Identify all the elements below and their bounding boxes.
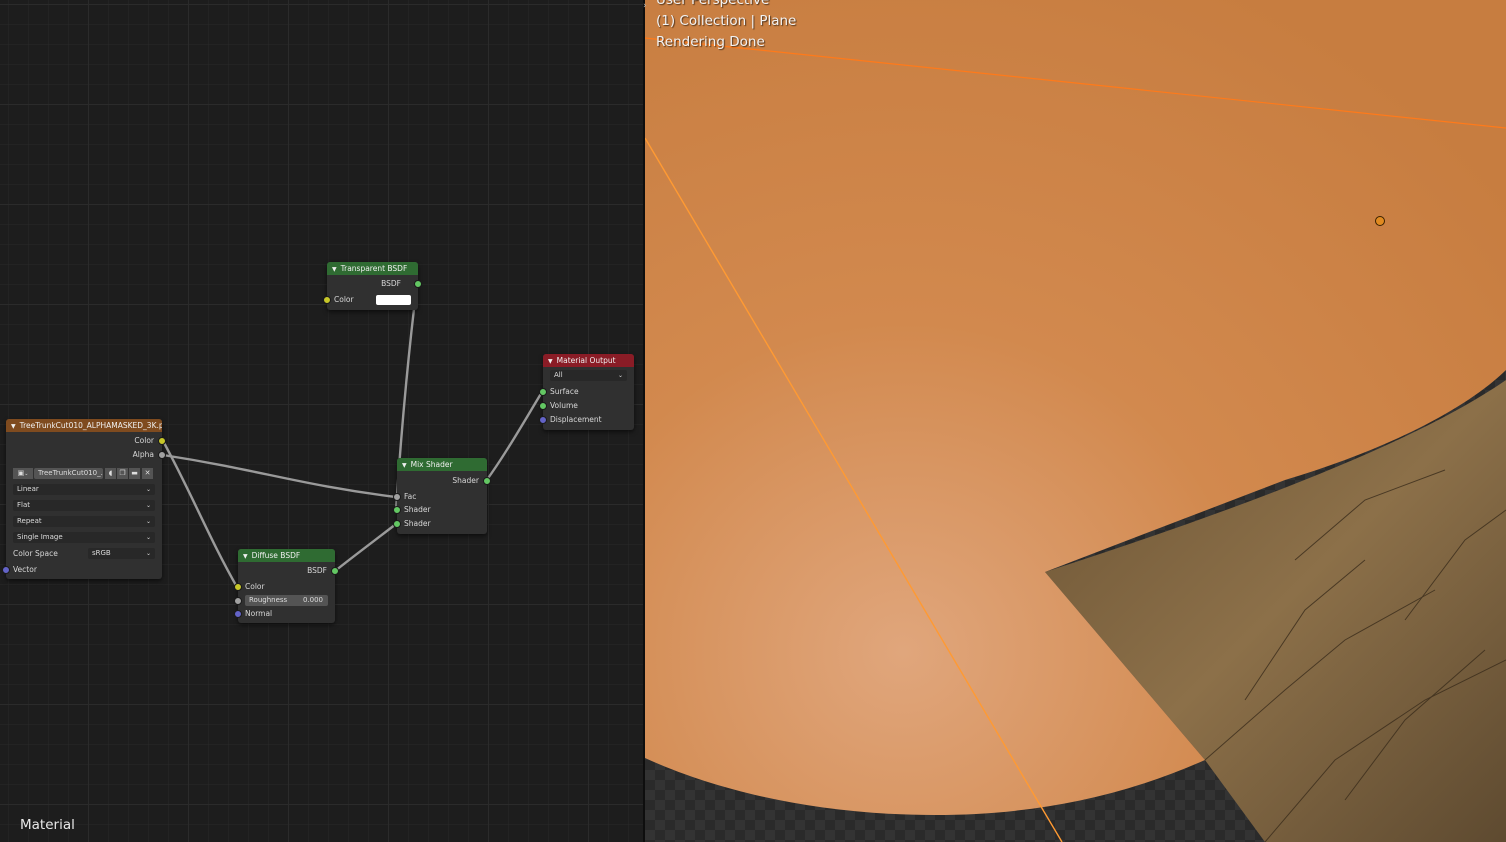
- node-title: Transparent BSDF: [340, 264, 408, 273]
- extension-dropdown[interactable]: Repeat ⌄: [13, 516, 155, 527]
- input-socket-fac[interactable]: [393, 493, 401, 501]
- input-socket-surface[interactable]: [539, 388, 547, 396]
- interpolation-value: Linear: [17, 485, 39, 493]
- chevron-down-icon: ⌄: [145, 550, 151, 557]
- viewport-render-status: Rendering Done: [656, 34, 765, 50]
- chevron-down-icon: ⌄: [24, 471, 29, 477]
- input-socket-color[interactable]: [323, 296, 331, 304]
- color-space-label: Color Space: [13, 549, 58, 558]
- node-header[interactable]: ▼ Diffuse BSDF: [238, 549, 335, 562]
- input-displacement-label: Displacement: [550, 415, 602, 424]
- output-shader-label: Shader: [452, 476, 479, 485]
- input-normal-label: Normal: [245, 609, 273, 618]
- unlink-button[interactable]: ✕: [142, 468, 153, 479]
- link-mix-to-surface: [484, 390, 544, 483]
- roughness-slider[interactable]: Roughness 0.000: [245, 595, 328, 606]
- fake-user-button[interactable]: ◖: [105, 468, 116, 479]
- chevron-down-icon: ⌄: [617, 372, 623, 379]
- input-color-label: Color: [334, 295, 354, 304]
- collapse-arrow-icon[interactable]: ▼: [243, 553, 248, 560]
- collapse-arrow-icon[interactable]: ▼: [11, 423, 16, 430]
- duplicate-button[interactable]: ❐: [117, 468, 128, 479]
- chevron-down-icon: ⌄: [145, 486, 151, 493]
- input-color-label: Color: [245, 582, 265, 591]
- interpolation-dropdown[interactable]: Linear ⌄: [13, 484, 155, 495]
- material-output-node[interactable]: ▼ Material Output All ⌄ Surface Volume Dis…: [539, 354, 634, 430]
- color-space-value: sRGB: [92, 549, 111, 557]
- node-title: Mix Shader: [410, 460, 453, 469]
- node-header[interactable]: ▼ Transparent BSDF: [327, 262, 418, 275]
- input-shader-2-label: Shader: [404, 519, 431, 528]
- extension-value: Repeat: [17, 517, 42, 525]
- input-socket-volume[interactable]: [539, 402, 547, 410]
- node-header[interactable]: ▼ TreeTrunkCut010_ALPHAMASKED_3K.png: [6, 419, 162, 432]
- 3d-viewport[interactable]: User Perspective (1) Collection | Plane …: [645, 0, 1506, 842]
- node-header[interactable]: ▼ Mix Shader: [397, 458, 487, 471]
- output-color-label: Color: [134, 436, 154, 445]
- close-icon: ✕: [144, 469, 151, 477]
- roughness-value: 0.000: [302, 596, 323, 604]
- collapse-arrow-icon[interactable]: ▼: [402, 462, 407, 469]
- image-name-value: TreeTrunkCut010_...: [38, 469, 103, 477]
- output-alpha-label: Alpha: [132, 450, 154, 459]
- duplicate-icon: ❐: [119, 469, 126, 477]
- output-socket-bsdf[interactable]: [414, 280, 422, 288]
- shield-icon: ◖: [108, 469, 113, 477]
- input-socket-vector[interactable]: [2, 566, 10, 574]
- sidebar-toggle-arrow-icon[interactable]: ›: [643, 0, 651, 12]
- output-bsdf-label: BSDF: [307, 566, 327, 575]
- transparent-bsdf-node[interactable]: ▼ Transparent BSDF BSDF Color: [323, 262, 422, 310]
- chevron-down-icon: ⌄: [145, 502, 151, 509]
- source-value: Single Image: [17, 533, 63, 541]
- node-title: Diffuse BSDF: [251, 551, 301, 560]
- shader-node-editor[interactable]: ▼ Transparent BSDF BSDF Color ▼ Material O…: [0, 0, 644, 842]
- color-swatch[interactable]: [376, 295, 411, 305]
- input-fac-label: Fac: [404, 492, 417, 501]
- link-diffuse-to-mix: [333, 522, 398, 573]
- input-socket-shader-2[interactable]: [393, 520, 401, 528]
- input-shader-1-label: Shader: [404, 505, 431, 514]
- input-socket-roughness[interactable]: [234, 597, 242, 605]
- node-title: TreeTrunkCut010_ALPHAMASKED_3K.png: [19, 421, 162, 430]
- projection-value: Flat: [17, 501, 31, 509]
- folder-icon: ▬: [131, 469, 138, 477]
- output-socket-bsdf[interactable]: [331, 567, 339, 575]
- link-alpha-to-fac: [161, 453, 398, 499]
- chevron-down-icon: ⌄: [145, 518, 151, 525]
- image-texture-node[interactable]: ▼ TreeTrunkCut010_ALPHAMASKED_3K.png Colo…: [2, 419, 166, 579]
- color-space-dropdown[interactable]: sRGB ⌄: [88, 548, 155, 559]
- projection-dropdown[interactable]: Flat ⌄: [13, 500, 155, 511]
- input-vector-label: Vector: [13, 565, 37, 574]
- collapse-arrow-icon[interactable]: ▼: [548, 358, 553, 365]
- diffuse-bsdf-node[interactable]: ▼ Diffuse BSDF BSDF Color Roughness 0.000 …: [234, 549, 339, 623]
- image-browse-button[interactable]: ▣⌄: [13, 468, 33, 479]
- image-name-field[interactable]: TreeTrunkCut010_...: [34, 468, 103, 479]
- node-header[interactable]: ▼ Material Output: [543, 354, 634, 367]
- link-color-to-diffuse: [161, 439, 239, 589]
- input-socket-normal[interactable]: [234, 610, 242, 618]
- roughness-label: Roughness: [249, 596, 288, 604]
- output-bsdf-label: BSDF: [381, 279, 401, 288]
- viewport-render: [645, 0, 1506, 842]
- target-value: All: [554, 371, 563, 379]
- mix-shader-node[interactable]: ▼ Mix Shader Shader Fac Shader Shader: [393, 458, 491, 534]
- input-surface-label: Surface: [550, 387, 579, 396]
- viewport-collection-label: (1) Collection | Plane: [656, 13, 797, 29]
- output-socket-alpha[interactable]: [158, 451, 166, 459]
- open-image-button[interactable]: ▬: [129, 468, 140, 479]
- input-socket-color[interactable]: [234, 583, 242, 591]
- input-volume-label: Volume: [550, 401, 578, 410]
- origin-dot-icon: [1375, 216, 1385, 226]
- collapse-arrow-icon[interactable]: ▼: [332, 266, 337, 273]
- output-socket-shader[interactable]: [483, 477, 491, 485]
- editor-context-label: Material: [20, 817, 75, 833]
- viewport-perspective-label: User Perspective: [656, 0, 770, 8]
- source-dropdown[interactable]: Single Image ⌄: [13, 532, 155, 543]
- input-socket-shader-1[interactable]: [393, 506, 401, 514]
- node-title: Material Output: [556, 356, 616, 365]
- target-dropdown[interactable]: All ⌄: [550, 370, 627, 381]
- output-socket-color[interactable]: [158, 437, 166, 445]
- input-socket-displacement[interactable]: [539, 416, 547, 424]
- chevron-down-icon: ⌄: [145, 534, 151, 541]
